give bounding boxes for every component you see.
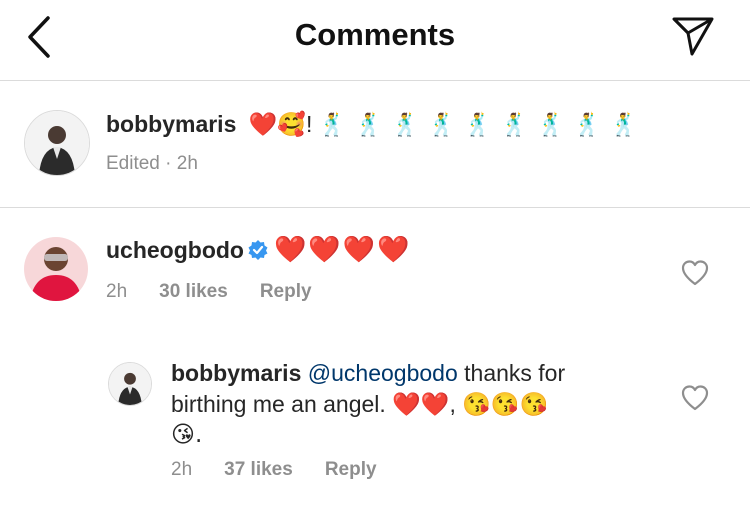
reply-body: bobbymaris @ucheogbodo thanks for birthi… bbox=[171, 358, 631, 451]
comment-body: ucheogbodo ❤️❤️❤️❤️ bbox=[106, 235, 411, 266]
caption-username[interactable]: bobbymaris bbox=[106, 111, 236, 137]
caption-body: bobbymaris ❤️🥰! 🕺🕺🕺🕺🕺🕺🕺🕺🕺 bbox=[106, 109, 726, 141]
profile-photo-icon bbox=[25, 111, 89, 175]
caption-heart: ❤️ bbox=[248, 112, 278, 138]
reply-text-3: 😘. bbox=[171, 422, 203, 448]
reply-mention[interactable]: @ucheogbodo bbox=[308, 360, 458, 386]
comment-time: 2h bbox=[106, 281, 128, 302]
reply-username[interactable]: bobbymaris bbox=[171, 360, 301, 386]
profile-photo-icon bbox=[24, 237, 88, 301]
reply-reply-button[interactable]: Reply bbox=[325, 459, 377, 480]
reply-likes[interactable]: 37 likes bbox=[224, 459, 293, 480]
page-title: Comments bbox=[294, 17, 456, 52]
profile-photo-icon bbox=[109, 363, 151, 405]
comment-text: ❤️❤️❤️❤️ bbox=[273, 235, 412, 265]
share-button[interactable] bbox=[668, 14, 718, 60]
caption-meta: Edited · 2h bbox=[106, 153, 198, 174]
comment-likes[interactable]: 30 likes bbox=[159, 281, 228, 302]
comment-meta: 2h 30 likes Reply bbox=[106, 281, 312, 303]
reply-text-2: birthing me an angel. ❤️❤️, 😘😘😘 bbox=[171, 391, 549, 417]
heart-outline-icon bbox=[681, 260, 709, 286]
avatar[interactable] bbox=[24, 110, 90, 176]
like-button[interactable] bbox=[680, 258, 710, 288]
reply-line-1: bobbymaris @ucheogbodo thanks for bbox=[171, 358, 631, 389]
verified-icon bbox=[248, 237, 268, 260]
reply-meta: 2h 37 likes Reply bbox=[171, 459, 377, 481]
comment-reply-button[interactable]: Reply bbox=[260, 281, 312, 302]
caption-dancers: 🕺🕺🕺🕺🕺🕺🕺🕺🕺 bbox=[318, 113, 647, 138]
heart-outline-icon bbox=[681, 385, 709, 411]
caption-exclaim: ! bbox=[306, 111, 313, 137]
reply-time: 2h bbox=[171, 459, 193, 480]
like-button[interactable] bbox=[680, 383, 710, 413]
reply-text-1: thanks for bbox=[464, 360, 566, 386]
header-bar: Comments bbox=[0, 0, 750, 81]
avatar[interactable] bbox=[24, 237, 88, 301]
send-icon bbox=[672, 17, 714, 56]
post-caption: bobbymaris ❤️🥰! 🕺🕺🕺🕺🕺🕺🕺🕺🕺 Edited · 2h bbox=[0, 81, 750, 208]
comment-username[interactable]: ucheogbodo bbox=[106, 237, 244, 263]
avatar[interactable] bbox=[108, 362, 152, 406]
caption-smile-emoji: 🥰 bbox=[277, 112, 307, 138]
